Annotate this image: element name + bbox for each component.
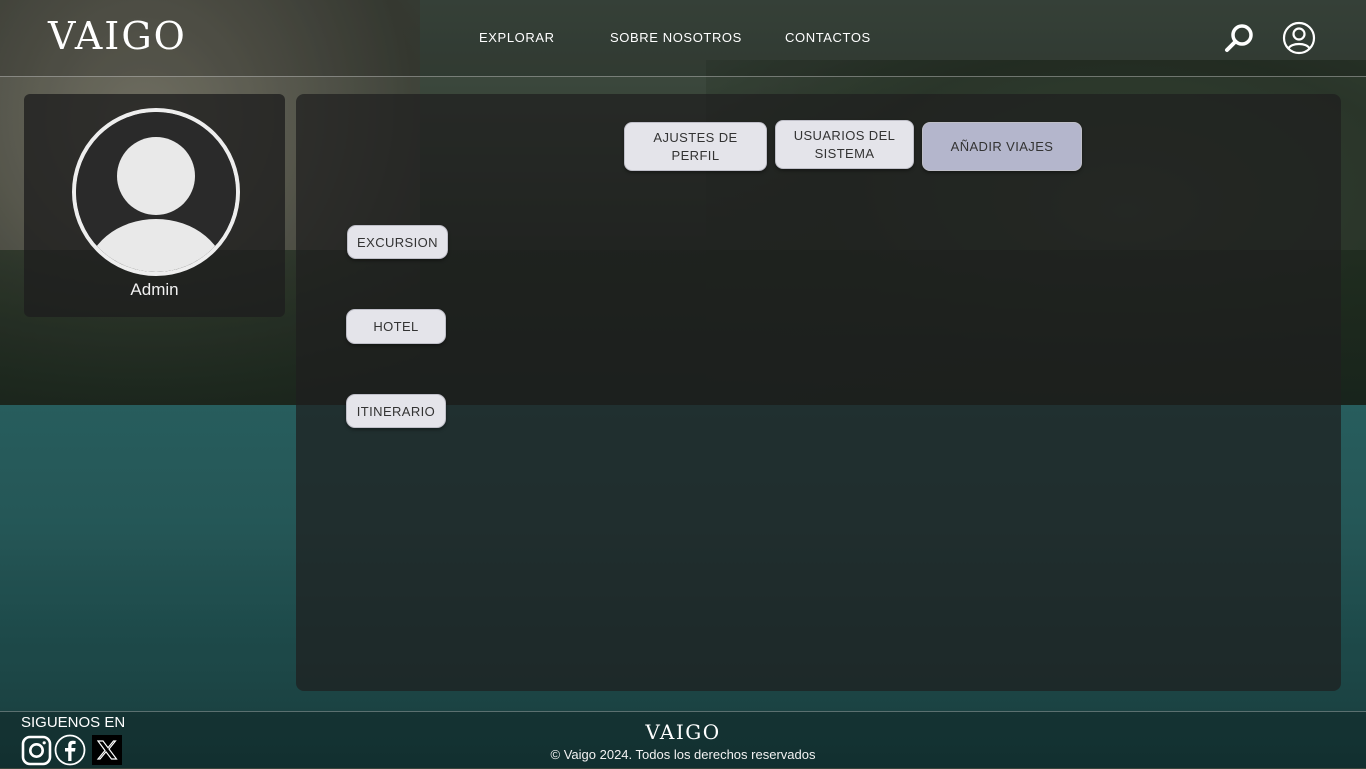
brand-logo[interactable]: VAIGO [48, 14, 187, 58]
nav-item-explorar[interactable]: EXPLORAR [479, 30, 555, 45]
footer-logo: VAIGO [645, 720, 721, 744]
default-avatar-icon [76, 112, 236, 272]
tab-usuarios-del-sistema[interactable]: USUARIOS DEL SISTEMA [775, 120, 914, 169]
hotel-button[interactable]: HOTEL [346, 309, 446, 344]
search-button[interactable] [1221, 20, 1257, 56]
user-circle-icon [1282, 21, 1316, 55]
nav-item-contactos[interactable]: CONTACTOS [785, 30, 871, 45]
profile-name: Admin [130, 280, 179, 299]
nav-item-sobre-nosotros[interactable]: SOBRE NOSOTROS [610, 30, 742, 45]
footer: SIGUENOS EN VAIGO © Vaigo 2024. Todos lo… [0, 711, 1366, 769]
copyright-text: © Vaigo 2024. Todos los derechos reserva… [550, 747, 816, 762]
tab-anadir-viajes[interactable]: AÑADIR VIAJES [922, 122, 1082, 171]
user-account-button[interactable] [1281, 20, 1317, 56]
search-icon [1225, 24, 1253, 52]
profile-card: Admin [24, 94, 285, 317]
itinerario-button[interactable]: ITINERARIO [346, 394, 446, 428]
excursion-button[interactable]: EXCURSION [347, 225, 448, 259]
avatar [72, 108, 240, 276]
admin-panel: AJUSTES DE PERFIL USUARIOS DEL SISTEMA A… [296, 94, 1341, 691]
tab-ajustes-de-perfil[interactable]: AJUSTES DE PERFIL [624, 122, 767, 171]
top-navbar: VAIGO EXPLORAR SOBRE NOSOTROS CONTACTOS [0, 0, 1366, 77]
